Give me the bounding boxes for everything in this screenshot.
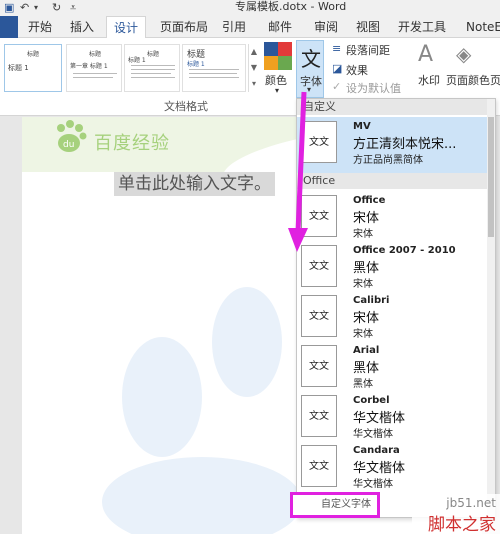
font-option-calibri[interactable]: 文文 Calibri 宋体 宋体	[297, 291, 487, 347]
undo-icon[interactable]: ↶	[20, 0, 29, 16]
chevron-down-icon: ▾	[275, 86, 280, 95]
font-option-mv[interactable]: 文文 MV 方正清刻本悦宋... 方正品尚黑简体	[297, 117, 487, 173]
font-option-office[interactable]: 文文 Office 宋体 宋体	[297, 191, 487, 247]
font-preview-icon: 文文	[301, 195, 337, 237]
tab-developer[interactable]: 开发工具	[398, 16, 446, 38]
watermark-shape	[212, 287, 282, 397]
dropdown-scrollbar[interactable]	[487, 99, 495, 517]
title-bar: ▣ ↶ ▾ ↻ ⩡ 专属模板.dotx - Word	[0, 0, 500, 16]
watermark-site: jb51.net	[446, 496, 496, 510]
customize-fonts-item[interactable]: 自定义字体	[290, 492, 380, 518]
font-option-office-2007[interactable]: 文文 Office 2007 - 2010 黑体 宋体	[297, 241, 487, 297]
svg-text:du: du	[63, 140, 74, 150]
tab-noteex[interactable]: NoteEx	[466, 16, 500, 38]
font-preview-icon: 文文	[301, 121, 337, 163]
tab-references[interactable]: 引用	[222, 16, 246, 38]
gallery-more-icon[interactable]: ▾	[249, 76, 259, 92]
tab-insert[interactable]: 插入	[70, 16, 94, 38]
effects-button[interactable]: 效果	[346, 62, 368, 78]
tab-home[interactable]: 开始	[28, 16, 52, 38]
tab-review[interactable]: 审阅	[314, 16, 338, 38]
tab-page-layout[interactable]: 页面布局	[160, 16, 208, 38]
effects-icon: ◪	[332, 62, 343, 75]
tab-mailings[interactable]: 邮件	[268, 16, 292, 38]
style-gallery-item[interactable]: 标题 第一章 标题 1	[66, 44, 122, 92]
watermark-shape	[102, 457, 302, 534]
font-option-candara[interactable]: 文文 Candara 华文楷体 华文楷体	[297, 441, 487, 497]
page-borders-button[interactable]: 页	[490, 72, 500, 88]
font-option-arial[interactable]: 文文 Arial 黑体 黑体	[297, 341, 487, 397]
customize-toolbar-icon[interactable]: ⩡	[70, 0, 76, 16]
font-preview-icon: 文文	[301, 245, 337, 287]
page-color-button[interactable]: 页面颜色	[446, 72, 490, 88]
colors-button[interactable]	[264, 42, 292, 70]
scrollbar-thumb[interactable]	[488, 117, 494, 237]
content-placeholder[interactable]: 单击此处输入文字。	[114, 172, 275, 196]
header-brand-text: 百度经验	[94, 133, 170, 154]
paragraph-spacing-button[interactable]: 段落间距	[346, 42, 390, 58]
set-as-default-button[interactable]: 设为默认值	[346, 80, 401, 96]
palette-icon	[264, 42, 292, 70]
site-watermark: jb51.net 脚本之家	[412, 494, 500, 534]
save-icon[interactable]: ▣	[4, 0, 14, 16]
tab-design[interactable]: 设计	[106, 16, 146, 39]
baidu-paw-icon: du	[57, 120, 87, 152]
ribbon-tabs: 开始 插入 设计 页面布局 引用 邮件 审阅 视图 开发工具 NoteEx	[0, 16, 500, 39]
paragraph-spacing-icon: ≡	[332, 42, 342, 55]
window-title: 专属模板.dotx - Word	[235, 0, 347, 13]
fonts-icon: 文	[301, 47, 321, 71]
watermark-button[interactable]: 水印	[418, 72, 440, 88]
group-label-document-formatting: 文档格式	[164, 100, 208, 113]
font-preview-icon: 文文	[301, 445, 337, 487]
fonts-button[interactable]: 文 字体 ▾	[296, 40, 324, 98]
fonts-dropdown: 自定义 文文 MV 方正清刻本悦宋... 方正品尚黑简体 Office 文文 O…	[296, 98, 496, 518]
font-preview-icon: 文文	[301, 345, 337, 387]
font-preview-icon: 文文	[301, 295, 337, 337]
check-icon: ✓	[332, 80, 342, 93]
style-gallery-scroll[interactable]: ▲ ▼ ▾	[248, 44, 259, 92]
watermark-icon[interactable]: A	[418, 42, 433, 67]
watermark-shape	[122, 337, 202, 457]
scroll-down-icon[interactable]: ▼	[249, 60, 259, 76]
tab-file[interactable]	[0, 16, 18, 38]
redo-icon[interactable]: ↻	[52, 0, 61, 16]
font-preview-icon: 文文	[301, 395, 337, 437]
scroll-up-icon[interactable]: ▲	[249, 44, 259, 60]
section-custom: 自定义	[297, 99, 495, 115]
chevron-down-icon: ▾	[307, 85, 312, 94]
style-gallery-item[interactable]: 标题 标题 1	[124, 44, 180, 92]
section-office: Office	[297, 173, 495, 189]
style-gallery-item[interactable]: 标题 标题 1	[4, 44, 62, 92]
watermark-brand: 脚本之家	[428, 515, 496, 534]
undo-dropdown-icon[interactable]: ▾	[34, 0, 38, 16]
page-color-icon[interactable]: ◈	[456, 42, 471, 66]
font-option-corbel[interactable]: 文文 Corbel 华文楷体 华文楷体	[297, 391, 487, 447]
style-gallery-item[interactable]: 标题 标题 1	[182, 44, 246, 92]
tab-view[interactable]: 视图	[356, 16, 380, 38]
